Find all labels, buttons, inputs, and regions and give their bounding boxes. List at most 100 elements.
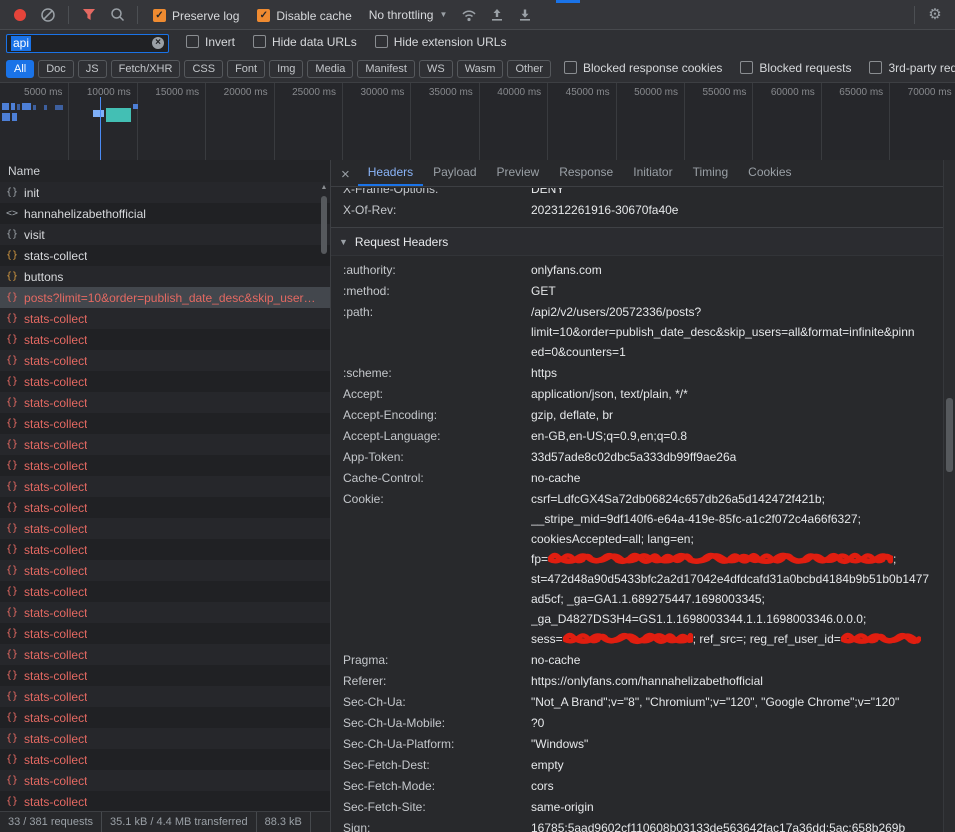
network-main-area: Name {}init<>hannahelizabethofficial{}vi… (0, 160, 955, 832)
request-row[interactable]: {}stats-collect (0, 707, 330, 728)
network-filter-input[interactable]: api × (6, 34, 169, 53)
timeline-overview[interactable]: 5000 ms10000 ms15000 ms20000 ms25000 ms3… (0, 83, 955, 161)
request-row[interactable]: {}stats-collect (0, 350, 330, 371)
type-filter-img[interactable]: Img (269, 60, 303, 78)
filter-toggle-button[interactable] (77, 3, 101, 27)
import-har-button[interactable] (513, 3, 537, 27)
type-filter-css[interactable]: CSS (184, 60, 223, 78)
request-row[interactable]: {}stats-collect (0, 392, 330, 413)
export-har-button[interactable] (485, 3, 509, 27)
tab-response[interactable]: Response (549, 160, 623, 186)
header-value-line: 16785:5aad9602cf110608b03133de563642fac1… (531, 818, 944, 832)
tick-label: 35000 ms (409, 87, 473, 98)
type-filter-all[interactable]: All (6, 60, 34, 78)
search-button[interactable] (105, 3, 129, 27)
tab-timing[interactable]: Timing (683, 160, 739, 186)
throttling-select[interactable]: No throttling ▼ (369, 8, 448, 22)
request-row[interactable]: {}stats-collect (0, 413, 330, 434)
request-row[interactable]: {}stats-collect (0, 434, 330, 455)
request-row[interactable]: {}buttons (0, 266, 330, 287)
request-details-panel: × HeadersPayloadPreviewResponseInitiator… (331, 160, 955, 832)
request-row[interactable]: {}stats-collect (0, 245, 330, 266)
header-value-line: ?0 (531, 713, 944, 733)
request-row[interactable]: {}stats-collect (0, 665, 330, 686)
request-row[interactable]: {}stats-collect (0, 623, 330, 644)
request-name-label: stats-collect (24, 354, 87, 368)
request-name-label: stats-collect (24, 690, 87, 704)
header-row: :authority:onlyfans.com (343, 260, 944, 280)
checkbox-unchecked-icon (253, 35, 266, 48)
type-filter-js[interactable]: JS (78, 60, 107, 78)
request-row[interactable]: {}stats-collect (0, 371, 330, 392)
header-value-line: ad5cf; _ga=GA1.1.689275447.1698003345; (531, 589, 944, 609)
header-row: X-Of-Rev:202312261916-30670fa40e (343, 200, 944, 220)
hide-data-urls-checkbox-label: Hide data URLs (272, 35, 357, 49)
request-row[interactable]: {}stats-collect (0, 644, 330, 665)
disable-cache-checkbox[interactable]: ✓Disable cache (257, 9, 351, 23)
request-headers-section-toggle[interactable]: ▼ Request Headers (331, 228, 944, 256)
request-row[interactable]: {}stats-collect (0, 749, 330, 770)
header-name: X-Frame-Options: (343, 188, 531, 199)
request-row[interactable]: {}stats-collect (0, 791, 330, 812)
scroll-thumb[interactable] (321, 196, 327, 254)
record-button[interactable] (8, 3, 32, 27)
type-filter-fetch-xhr[interactable]: Fetch/XHR (111, 60, 181, 78)
type-filter-wasm[interactable]: Wasm (457, 60, 504, 78)
request-row[interactable]: {}init (0, 182, 330, 203)
request-name-label: stats-collect (24, 396, 87, 410)
request-row[interactable]: {}stats-collect (0, 539, 330, 560)
request-name-label: posts?limit=10&order=publish_date_desc&s… (24, 291, 316, 305)
blocked-response-cookies-checkbox[interactable]: Blocked response cookies (564, 61, 722, 75)
request-name-label: stats-collect (24, 774, 87, 788)
request-row[interactable]: {}posts?limit=10&order=publish_date_desc… (0, 287, 330, 308)
details-scrollbar[interactable] (943, 160, 955, 832)
request-row[interactable]: {}stats-collect (0, 560, 330, 581)
settings-button[interactable]: ⚙ (923, 3, 947, 27)
invert-checkbox[interactable]: Invert (186, 35, 235, 49)
header-value: cors (531, 776, 944, 796)
request-row[interactable]: {}stats-collect (0, 581, 330, 602)
request-row[interactable]: {}stats-collect (0, 329, 330, 350)
request-row[interactable]: {}stats-collect (0, 476, 330, 497)
network-conditions-button[interactable] (457, 3, 481, 27)
request-name-label: stats-collect (24, 732, 87, 746)
header-name: :method: (343, 281, 531, 301)
request-name-label: stats-collect (24, 606, 87, 620)
type-filter-ws[interactable]: WS (419, 60, 453, 78)
redaction-scribble (563, 631, 693, 646)
request-row[interactable]: {}stats-collect (0, 497, 330, 518)
blocked-requests-checkbox[interactable]: Blocked requests (740, 61, 851, 75)
header-name: Accept-Language: (343, 426, 531, 446)
type-filter-manifest[interactable]: Manifest (357, 60, 415, 78)
request-row[interactable]: {}visit (0, 224, 330, 245)
request-row[interactable]: {}stats-collect (0, 728, 330, 749)
preserve-log-checkbox[interactable]: ✓Preserve log (153, 9, 239, 23)
third-party-requests-checkbox[interactable]: 3rd-party requests (869, 61, 955, 75)
request-row[interactable]: <>hannahelizabethofficial (0, 203, 330, 224)
hide-data-urls-checkbox[interactable]: Hide data URLs (253, 35, 357, 49)
hide-extension-urls-checkbox[interactable]: Hide extension URLs (375, 35, 507, 49)
clear-filter-icon[interactable]: × (152, 37, 164, 49)
request-list-scrollbar[interactable]: ▲ (319, 182, 329, 812)
request-row[interactable]: {}stats-collect (0, 518, 330, 539)
scroll-up-icon[interactable]: ▲ (319, 184, 329, 191)
type-filter-font[interactable]: Font (227, 60, 265, 78)
clear-network-log-button[interactable] (36, 3, 60, 27)
tab-cookies[interactable]: Cookies (738, 160, 801, 186)
tab-payload[interactable]: Payload (423, 160, 486, 186)
request-row[interactable]: {}stats-collect (0, 602, 330, 623)
request-row[interactable]: {}stats-collect (0, 770, 330, 791)
request-row[interactable]: {}stats-collect (0, 455, 330, 476)
tab-preview[interactable]: Preview (487, 160, 550, 186)
type-filter-other[interactable]: Other (507, 60, 551, 78)
header-value-line: _ga_D4827DS3H4=GS1.1.1698003344.1.1.1698… (531, 609, 944, 629)
request-row[interactable]: {}stats-collect (0, 308, 330, 329)
details-scroll-thumb[interactable] (946, 398, 953, 472)
type-filter-doc[interactable]: Doc (38, 60, 74, 78)
tab-initiator[interactable]: Initiator (623, 160, 682, 186)
request-row[interactable]: {}stats-collect (0, 686, 330, 707)
type-filter-media[interactable]: Media (307, 60, 353, 78)
tab-headers[interactable]: Headers (358, 160, 423, 186)
name-column-header[interactable]: Name (0, 160, 330, 183)
close-details-button[interactable]: × (341, 167, 350, 182)
